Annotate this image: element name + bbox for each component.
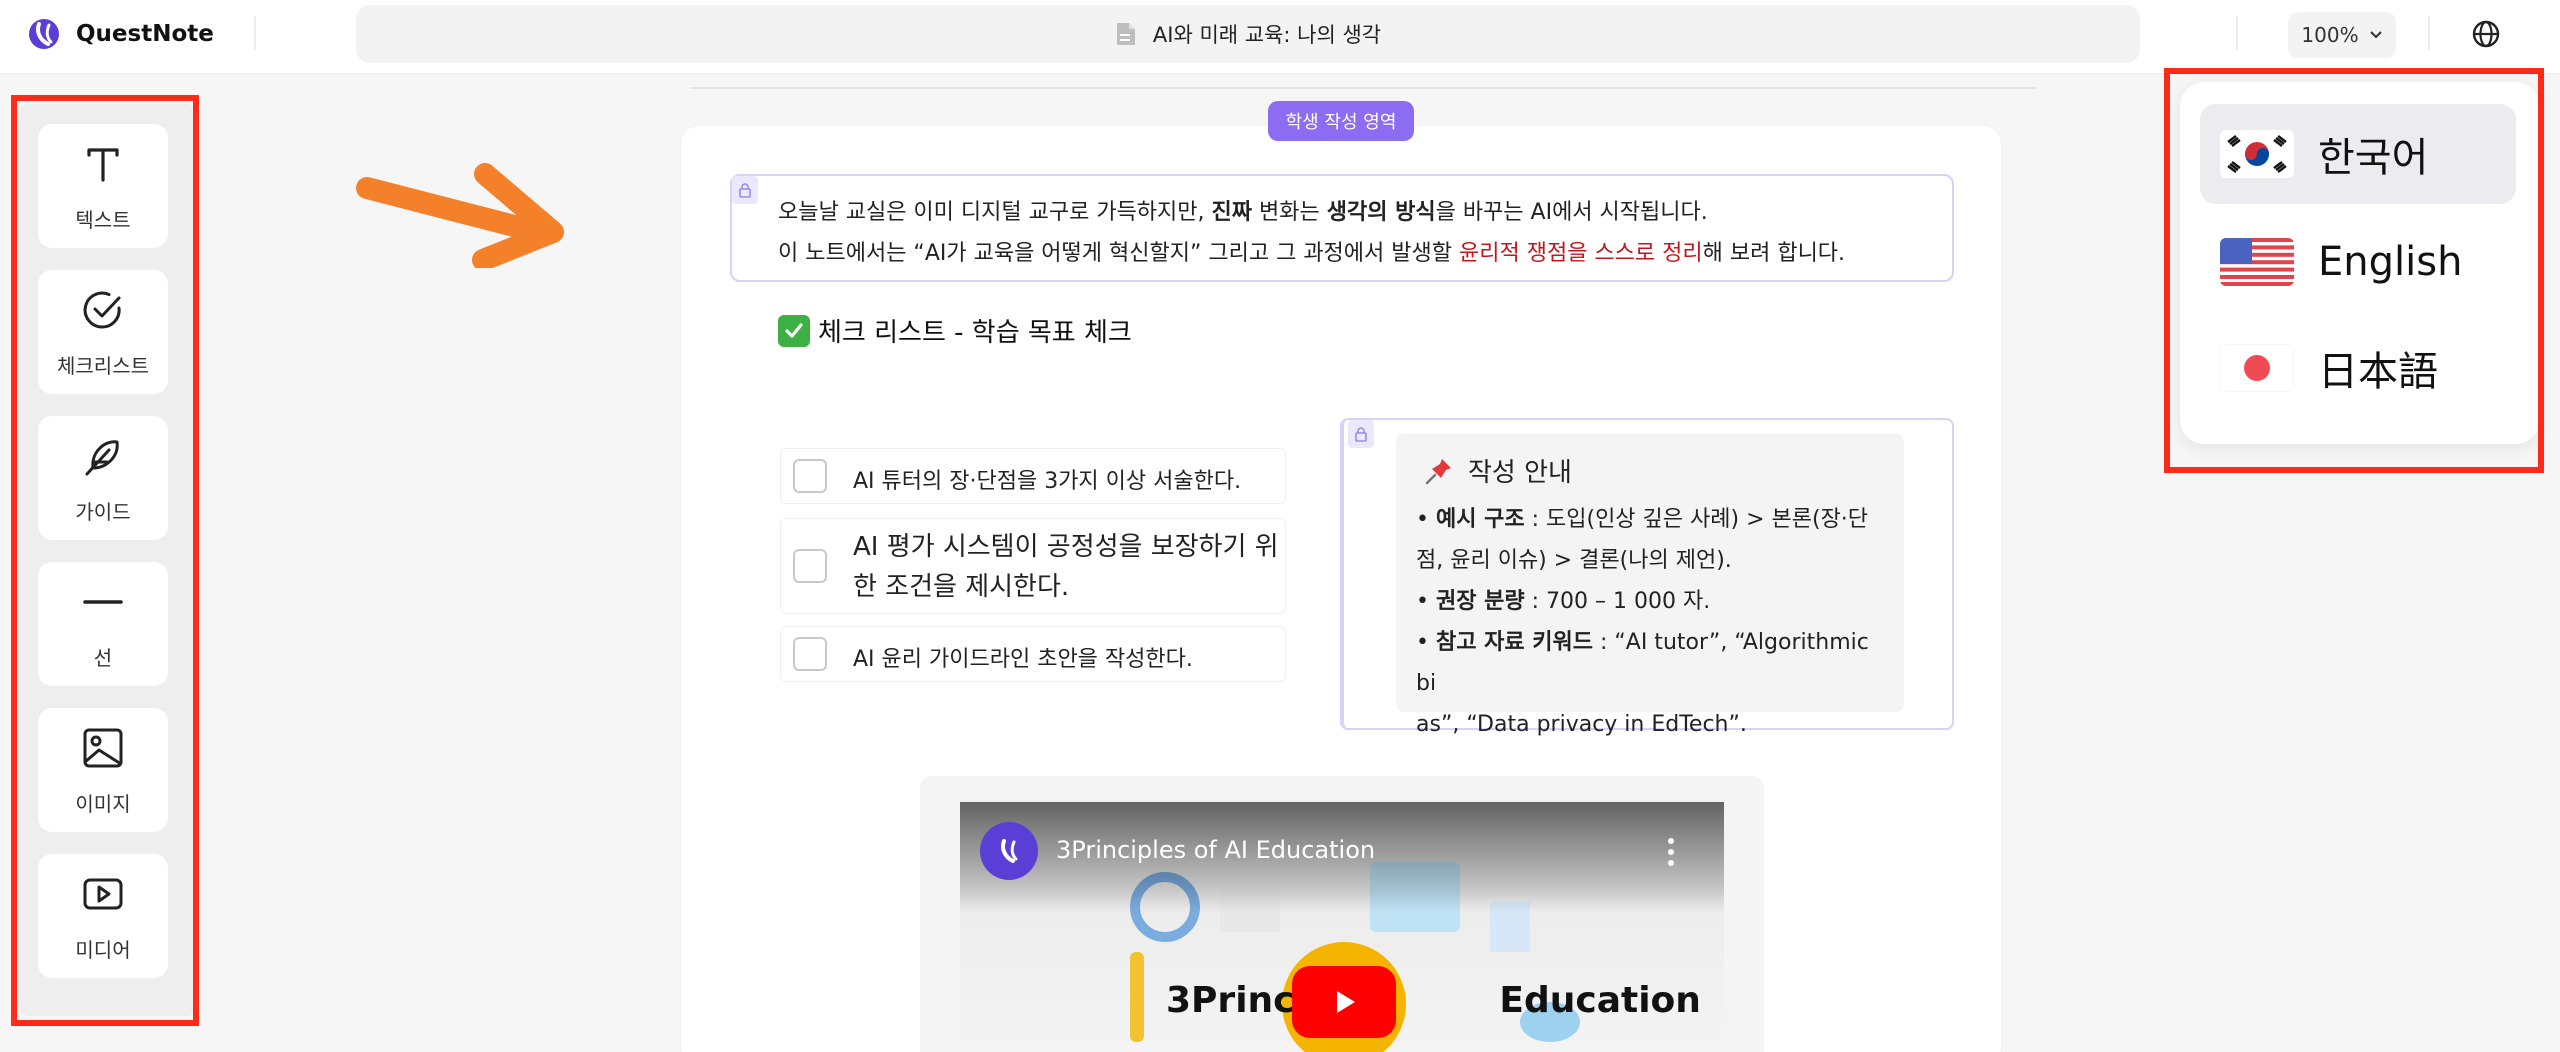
document-icon bbox=[1116, 23, 1135, 45]
lock-tag bbox=[1348, 420, 1374, 448]
checkbox[interactable] bbox=[793, 549, 827, 583]
lock-icon bbox=[739, 183, 751, 198]
guide-line: • 참고 자료 키워드 : “AI tutor”, “Algorithmic b… bbox=[1416, 630, 1869, 696]
checklist-item[interactable]: AI 윤리 가이드라인 초안을 작성한다. bbox=[780, 626, 1286, 682]
play-button[interactable] bbox=[1292, 966, 1396, 1038]
checklist-item[interactable]: AI 평가 시스템이 공정성을 보장하기 위한 조건을 제시한다. bbox=[780, 518, 1286, 614]
divider bbox=[2236, 16, 2238, 50]
guide-line: as”, “Data privacy in EdTech”. bbox=[1416, 712, 1747, 737]
checkbox[interactable] bbox=[793, 637, 827, 671]
checkbox[interactable] bbox=[793, 459, 827, 493]
globe-icon[interactable] bbox=[2470, 18, 2502, 50]
annotation-arrow-icon bbox=[356, 163, 564, 268]
guide-line: 점, 윤리 이슈) > 결론(나의 제언). bbox=[1416, 548, 1732, 573]
page-separator bbox=[690, 87, 2036, 89]
guide-line: • 권장 분량 : 700 – 1 000 자. bbox=[1416, 589, 1711, 614]
divider bbox=[254, 16, 256, 50]
zoom-select[interactable]: 100% bbox=[2288, 12, 2396, 58]
app-name: QuestNote bbox=[76, 21, 214, 47]
guide-title: 작성 안내 bbox=[1424, 452, 1884, 489]
channel-avatar[interactable] bbox=[980, 822, 1038, 880]
intro-line-2: 이 노트에서는 “AI가 교육을 어떻게 혁신할지” 그리고 그 과정에서 발생… bbox=[778, 241, 1846, 266]
video-title[interactable]: 3Principles of AI Education bbox=[1056, 836, 1375, 864]
guide-content: 작성 안내 • 예시 구조 : 도입(인상 깊은 사례) > 본론(장·단 점,… bbox=[1396, 434, 1904, 737]
checklist-item-text: AI 튜터의 장·단점을 3가지 이상 서술한다. bbox=[853, 469, 1242, 494]
app-logo[interactable]: QuestNote bbox=[26, 14, 214, 54]
pushpin-icon bbox=[1425, 458, 1451, 484]
chevron-down-icon bbox=[2369, 31, 2382, 39]
highlight-box-toolbar bbox=[11, 95, 199, 1026]
video-embed[interactable]: 3Principles of AI Education 3Principle Ed… bbox=[960, 802, 1724, 1052]
top-bar: QuestNote AI와 미래 교육: 나의 생각 100% bbox=[0, 0, 2560, 74]
zoom-value: 100% bbox=[2301, 23, 2359, 47]
divider bbox=[2428, 16, 2430, 50]
checklist-item-text: AI 윤리 가이드라인 초안을 작성한다. bbox=[853, 647, 1193, 672]
questnote-logo-icon bbox=[29, 19, 59, 49]
document-title-bar[interactable]: AI와 미래 교육: 나의 생각 bbox=[356, 5, 2140, 63]
lock-icon bbox=[1355, 427, 1367, 442]
questnote-logo-icon bbox=[1001, 839, 1018, 863]
checklist-title: 체크 리스트 - 학습 목표 체크 bbox=[778, 312, 1132, 349]
lock-tag bbox=[732, 176, 758, 204]
play-icon bbox=[1337, 991, 1355, 1013]
thumbnail-graphic bbox=[1130, 952, 1144, 1042]
more-options-icon[interactable] bbox=[1668, 838, 1674, 866]
intro-line-1: 오늘날 교실은 이미 디지털 교구로 가득하지만, 진짜 변화는 생각의 방식을… bbox=[778, 200, 1708, 225]
checklist-item-text: AI 평가 시스템이 공정성을 보장하기 위한 조건을 제시한다. bbox=[853, 532, 1279, 602]
thumbnail-title: 3Principle Education bbox=[1166, 980, 1701, 1021]
intro-text-block[interactable]: 오늘날 교실은 이미 디지털 교구로 가득하지만, 진짜 변화는 생각의 방식을… bbox=[730, 174, 1954, 282]
highlight-box-language-menu bbox=[2164, 68, 2544, 473]
document-title: AI와 미래 교육: 나의 생각 bbox=[1152, 23, 1382, 47]
checklist-item[interactable]: AI 튜터의 장·단점을 3가지 이상 서술한다. bbox=[780, 448, 1286, 504]
guide-line: • 예시 구조 : 도입(인상 깊은 사례) > 본론(장·단 bbox=[1416, 507, 1869, 532]
check-mark-emoji-icon bbox=[778, 314, 810, 347]
student-area-badge: 학생 작성 영역 bbox=[1268, 101, 1414, 141]
